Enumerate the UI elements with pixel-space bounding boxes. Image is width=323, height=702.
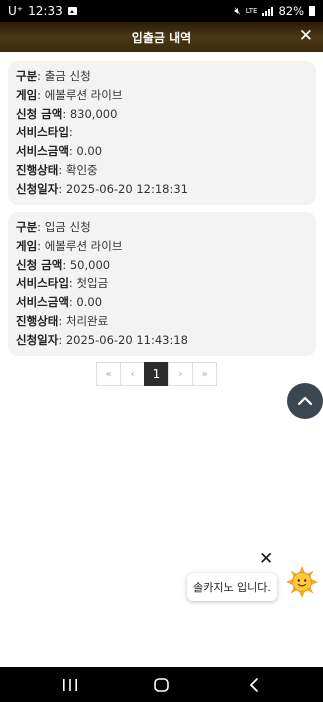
prev-page-button[interactable]: ‹: [120, 362, 145, 386]
carrier-label: U⁺: [8, 4, 24, 18]
gallery-notification-icon: [67, 7, 77, 15]
record-row-status: 진행상태: 확인중: [16, 162, 98, 177]
record-row-game: 게임: 에볼루션 라이브: [16, 238, 123, 253]
record-row-game: 게임: 에볼루션 라이브: [16, 87, 123, 102]
transaction-card: 구분: 출금 신청 게임: 에볼루션 라이브 신청 금액: 830,000 서비…: [8, 61, 316, 205]
network-type: LTE: [245, 6, 258, 15]
record-row-service-type: 서비스타입: 첫입금: [16, 276, 109, 291]
record-row-amount: 신청 금액: 830,000: [16, 106, 118, 121]
record-row-service-amount: 서비스금액: 0.00: [16, 144, 103, 159]
status-left: U⁺ 12:33: [8, 4, 77, 18]
transaction-card: 구분: 입금 신청 게임: 에볼루션 라이브 신청 금액: 50,000 서비스…: [8, 212, 316, 356]
clock: 12:33: [28, 4, 63, 18]
page-1-button[interactable]: 1: [144, 362, 169, 386]
home-icon[interactable]: [154, 678, 169, 692]
chat-close-icon[interactable]: ✕: [259, 551, 273, 568]
record-row-type: 구분: 입금 신청: [16, 220, 91, 234]
record-row-service-amount: 서비스금액: 0.00: [16, 295, 103, 310]
battery-level: 82%: [278, 4, 304, 18]
first-page-button[interactable]: «: [96, 362, 121, 386]
next-page-button[interactable]: ›: [168, 362, 193, 386]
last-page-button[interactable]: »: [192, 362, 217, 386]
record-row-amount: 신청 금액: 50,000: [16, 257, 111, 272]
pagination: « ‹ 1 › »: [96, 362, 217, 386]
battery-icon: [309, 6, 315, 16]
page-title: 입출금 내역: [131, 30, 192, 45]
chat-bubble[interactable]: 솔카지노 입니다.: [187, 573, 277, 601]
chevron-up-icon: [297, 396, 313, 406]
record-row-status: 진행상태: 처리완료: [16, 313, 109, 328]
scroll-top-button[interactable]: [287, 383, 323, 419]
record-row-date: 신청일자: 2025-06-20 12:18:31: [16, 181, 188, 196]
close-icon[interactable]: ✕: [299, 26, 313, 46]
page-header: 입출금 내역 ✕: [0, 22, 323, 52]
status-bar: U⁺ 12:33 🔇︎ LTE 82%: [0, 0, 323, 22]
system-nav-bar: [0, 667, 323, 702]
chat-message: 솔카지노 입니다.: [193, 581, 271, 594]
mute-icon: 🔇︎: [234, 5, 241, 17]
signal-icon: [262, 6, 274, 16]
sun-mascot-icon[interactable]: [286, 566, 318, 598]
recent-apps-icon[interactable]: [62, 678, 78, 692]
record-row-date: 신청일자: 2025-06-20 11:43:18: [16, 332, 188, 347]
record-row-type: 구분: 출금 신청: [16, 69, 91, 83]
status-right: 🔇︎ LTE 82%: [234, 4, 315, 18]
record-row-service-type: 서비스타입:: [16, 125, 73, 140]
back-icon[interactable]: [248, 678, 260, 692]
